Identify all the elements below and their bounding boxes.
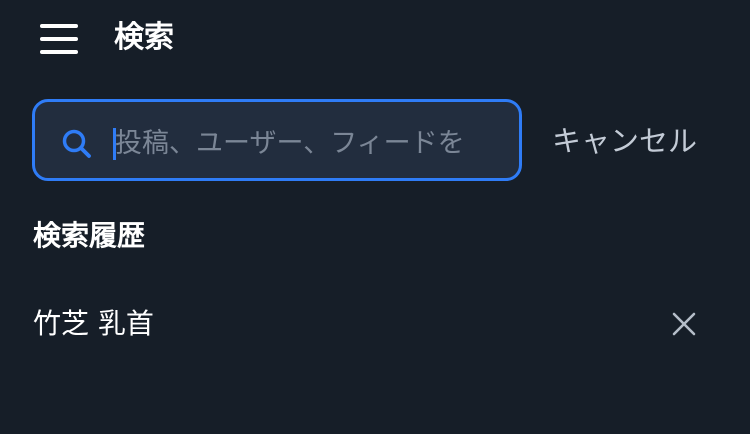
cancel-button[interactable]: キャンセル xyxy=(552,119,697,163)
search-input[interactable] xyxy=(115,120,510,166)
page-title: 検索 xyxy=(114,20,174,55)
search-screen: 検索 キャンセル 検索履歴 竹芝 乳首 xyxy=(0,0,750,434)
app-header: 検索 xyxy=(0,0,750,80)
search-history-item[interactable]: 竹芝 乳首 xyxy=(0,296,750,352)
menu-line xyxy=(40,50,78,54)
search-history-title: 検索履歴 xyxy=(33,219,146,252)
search-icon xyxy=(62,129,91,158)
close-icon[interactable] xyxy=(671,311,697,337)
search-bar-row: キャンセル xyxy=(0,99,750,187)
search-history-label: 竹芝 乳首 xyxy=(33,307,154,340)
hamburger-menu-icon[interactable] xyxy=(40,24,78,54)
menu-line xyxy=(40,37,78,41)
menu-line xyxy=(40,24,78,28)
search-field[interactable] xyxy=(32,99,522,181)
